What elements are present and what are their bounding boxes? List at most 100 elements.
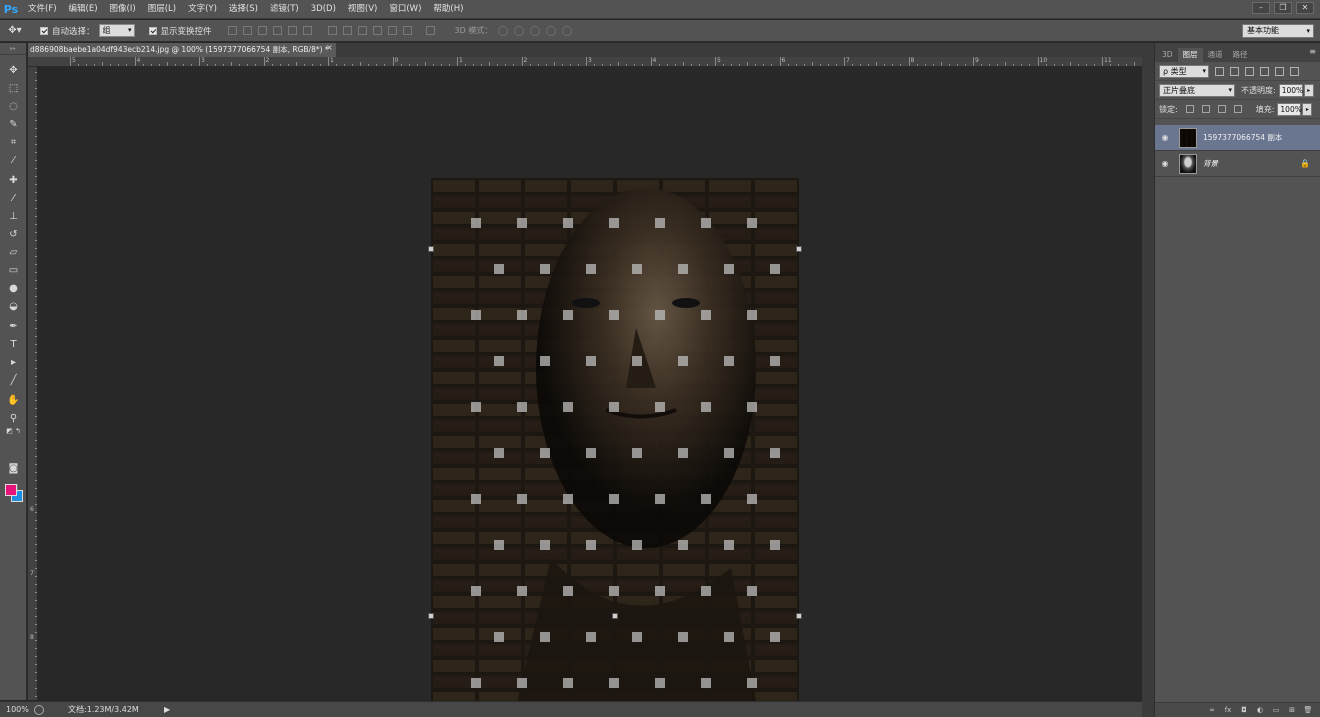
transform-handle-mr[interactable] <box>796 246 802 252</box>
distribute-top-icon[interactable] <box>327 26 337 35</box>
3d-rotate-icon[interactable] <box>498 25 509 36</box>
align-right-icon[interactable] <box>302 26 312 35</box>
status-menu-arrow-icon[interactable]: ▶ <box>164 705 172 714</box>
trash-icon[interactable]: 🗑 <box>1303 706 1313 715</box>
line-tool-icon[interactable]: ╱ <box>4 373 23 389</box>
lock-pixels-icon[interactable] <box>1201 105 1210 113</box>
close-button[interactable]: ✕ <box>1296 2 1314 14</box>
lock-transparent-icon[interactable] <box>1185 105 1194 113</box>
menu-file[interactable]: 文件(F) <box>22 0 63 19</box>
tab-3d[interactable]: 3D <box>1157 48 1178 62</box>
clone-stamp-tool-icon[interactable]: ⊥ <box>4 209 23 225</box>
document-tab[interactable]: d886908baebe1a04df943ecb214.jpg @ 100% (… <box>28 43 336 57</box>
lock-all-icon[interactable] <box>1233 105 1242 113</box>
quick-mask-icon[interactable]: ◙ <box>4 461 23 477</box>
path-select-tool-icon[interactable]: ▸ <box>4 355 23 371</box>
fx-icon[interactable]: fx <box>1223 706 1233 715</box>
menu-3d[interactable]: 3D(D) <box>305 0 342 19</box>
menu-window[interactable]: 窗口(W) <box>383 0 427 19</box>
tab-close-icon[interactable]: × <box>326 43 333 52</box>
auto-select-dropdown[interactable]: 组 <box>98 24 135 37</box>
3d-pan-icon[interactable] <box>530 25 541 36</box>
layer-name[interactable]: 1597377066754 副本 <box>1203 132 1282 143</box>
move-tool-icon[interactable]: ✥ <box>4 63 23 79</box>
distribute-left-icon[interactable] <box>372 26 382 35</box>
menu-edit[interactable]: 编辑(E) <box>63 0 104 19</box>
eyedropper-tool-icon[interactable]: ⁄ <box>4 153 23 169</box>
layer-filter-dropdown[interactable]: ρ 类型 <box>1159 64 1209 78</box>
tab-layers[interactable]: 图层 <box>1177 48 1203 62</box>
filter-pixel-icon[interactable] <box>1215 66 1224 76</box>
align-bottom-icon[interactable] <box>257 26 267 35</box>
marquee-tool-icon[interactable]: ⬚ <box>4 81 23 97</box>
workspace-dropdown[interactable]: 基本功能 <box>1242 24 1314 38</box>
transform-handle-br[interactable] <box>796 613 802 619</box>
layer-row-copy[interactable]: ◉ 1597377066754 副本 <box>1155 125 1320 151</box>
swap-colors-icon[interactable]: ◩ ↰ <box>4 426 23 436</box>
filter-toggle-icon[interactable] <box>1290 66 1299 76</box>
menu-filter[interactable]: 滤镜(T) <box>264 0 305 19</box>
filter-type-icon[interactable] <box>1245 66 1254 76</box>
show-transform-checkbox[interactable] <box>148 26 157 35</box>
menu-view[interactable]: 视图(V) <box>342 0 383 19</box>
quick-select-tool-icon[interactable]: ✎ <box>4 117 23 133</box>
eraser-tool-icon[interactable]: ▱ <box>4 245 23 261</box>
align-left-icon[interactable] <box>272 26 282 35</box>
new-layer-icon[interactable]: ⊞ <box>1287 706 1297 715</box>
layer-name[interactable]: 背景 <box>1203 158 1218 169</box>
mask-icon[interactable]: ◘ <box>1239 706 1249 715</box>
tab-paths[interactable]: 路径 <box>1228 48 1253 62</box>
hand-tool-icon[interactable]: ✋ <box>4 393 23 409</box>
status-info-icon[interactable] <box>34 704 44 715</box>
fill-input[interactable]: 100% <box>1277 102 1302 116</box>
lasso-tool-icon[interactable]: ◌ <box>4 99 23 115</box>
filter-shape-icon[interactable] <box>1260 66 1269 76</box>
panel-menu-icon[interactable]: ≡ <box>1309 47 1316 56</box>
transform-handle-ml[interactable] <box>428 246 434 252</box>
auto-select-checkbox[interactable] <box>40 26 48 35</box>
distribute-vcenter-icon[interactable] <box>342 26 352 35</box>
pen-tool-icon[interactable]: ✒ <box>4 319 23 335</box>
blend-mode-dropdown[interactable]: 正片叠底 <box>1159 83 1235 97</box>
minimize-button[interactable]: – <box>1252 2 1270 14</box>
zoom-tool-icon[interactable]: ⚲ <box>4 411 23 427</box>
opacity-slider-button[interactable]: ▸ <box>1303 83 1314 97</box>
menu-select[interactable]: 选择(S) <box>223 0 264 19</box>
filter-smart-object-icon[interactable] <box>1275 66 1284 76</box>
visibility-eye-icon[interactable]: ◉ <box>1158 159 1172 168</box>
opacity-input[interactable]: 100% <box>1278 83 1303 97</box>
blur-tool-icon[interactable]: ● <box>4 281 23 297</box>
layer-row-background[interactable]: ◉ 背景 🔒 <box>1155 151 1320 177</box>
menu-help[interactable]: 帮助(H) <box>427 0 469 19</box>
zoom-level[interactable]: 100% <box>0 705 34 714</box>
transform-handle-bl[interactable] <box>428 613 434 619</box>
adjustment-icon[interactable]: ◐ <box>1255 706 1265 715</box>
align-vcenter-icon[interactable] <box>242 26 252 35</box>
menu-layer[interactable]: 图层(L) <box>142 0 182 19</box>
fill-slider-button[interactable]: ▸ <box>1302 102 1313 116</box>
dodge-tool-icon[interactable]: ◒ <box>4 299 23 315</box>
align-top-icon[interactable] <box>227 26 237 35</box>
distribute-bottom-icon[interactable] <box>357 26 367 35</box>
lock-position-icon[interactable] <box>1217 105 1226 113</box>
restore-button[interactable]: ❐ <box>1274 2 1292 14</box>
gradient-tool-icon[interactable]: ▭ <box>4 263 23 279</box>
canvas-image[interactable] <box>431 178 799 717</box>
crop-tool-icon[interactable]: ⌗ <box>4 135 23 151</box>
group-icon[interactable]: ▭ <box>1271 706 1281 715</box>
3d-scale-icon[interactable] <box>562 25 573 36</box>
distribute-hcenter-icon[interactable] <box>387 26 397 35</box>
filter-adjustment-icon[interactable] <box>1230 66 1239 76</box>
menu-image[interactable]: 图像(I) <box>104 0 142 19</box>
auto-align-icon[interactable] <box>425 26 435 35</box>
visibility-eye-icon[interactable]: ◉ <box>1158 133 1172 142</box>
transform-handle-bm[interactable] <box>612 613 618 619</box>
distribute-right-icon[interactable] <box>402 26 412 35</box>
3d-roll-icon[interactable] <box>514 25 525 36</box>
link-icon[interactable]: ∞ <box>1207 706 1217 715</box>
brush-tool-icon[interactable]: ⁄ <box>4 191 23 207</box>
move-tool-preset-icon[interactable]: ✥▾ <box>0 20 30 42</box>
align-hcenter-icon[interactable] <box>287 26 297 35</box>
tab-channels[interactable]: 通道 <box>1203 48 1228 62</box>
foreground-color-swatch[interactable] <box>5 484 17 496</box>
